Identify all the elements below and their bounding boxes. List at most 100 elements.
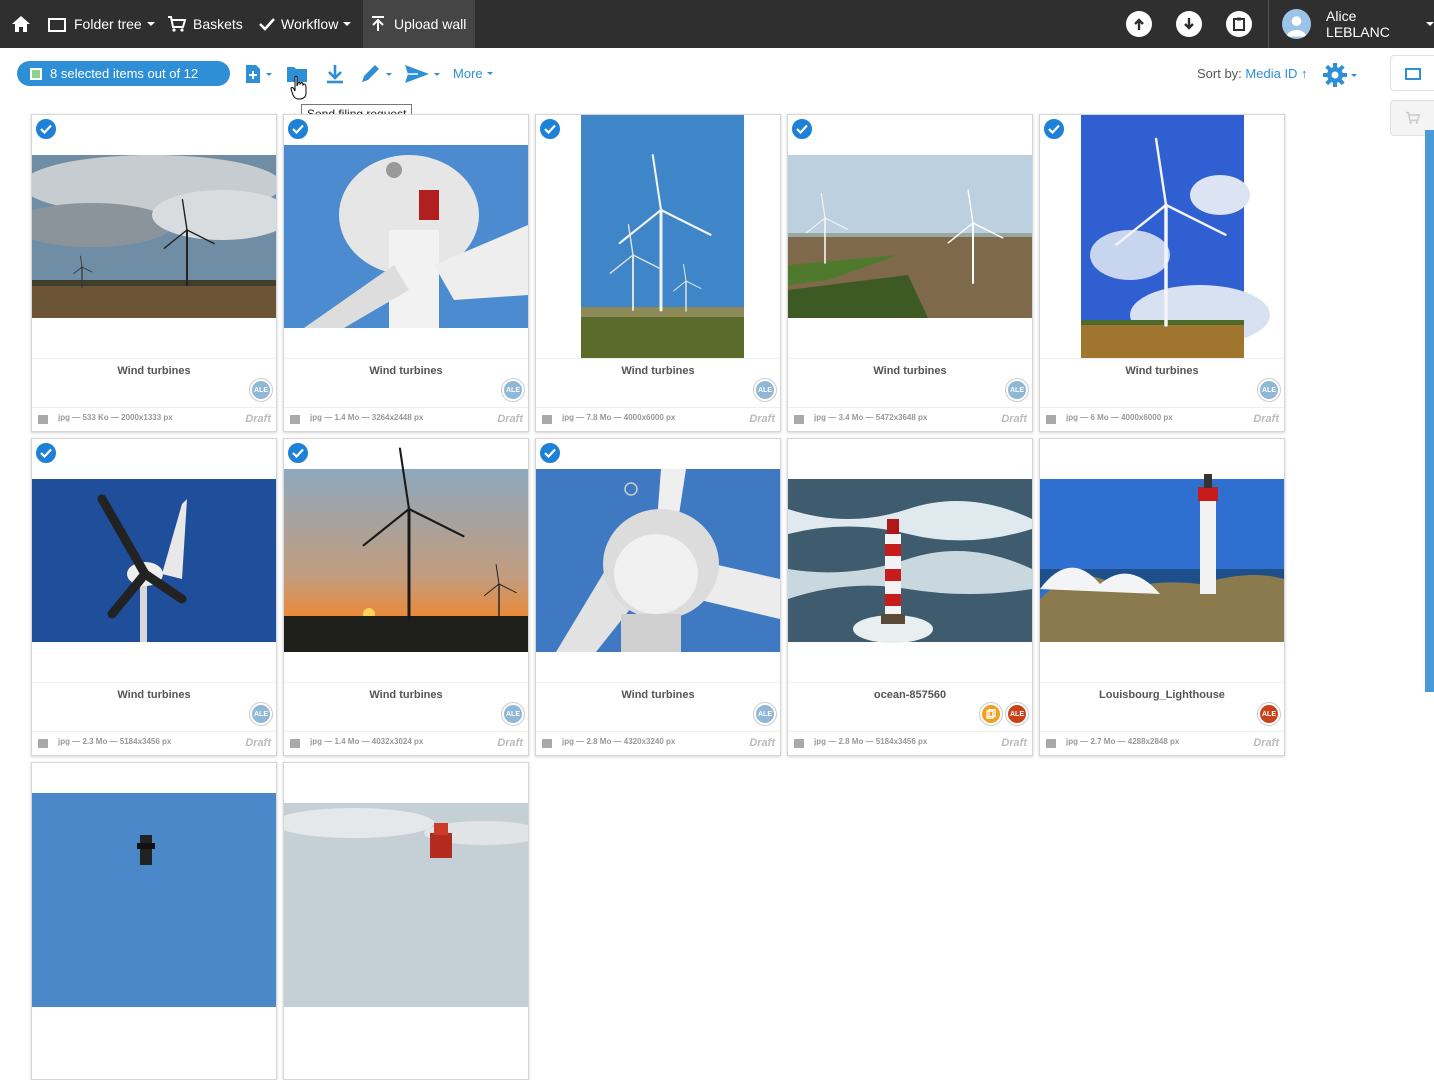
- media-file-info: jpg — 7.8 Mo — 4000x6000 px: [562, 413, 676, 422]
- clipboard-button[interactable]: [1226, 11, 1252, 37]
- media-card[interactable]: Wind turbines ALE jpg — 7.8 Mo — 4000x6000…: [535, 114, 781, 432]
- clipboard-icon: [1233, 17, 1245, 31]
- card-divider: [788, 358, 1032, 359]
- workflow-menu[interactable]: Workflow: [259, 0, 352, 48]
- owner-avatar[interactable]: ALE: [502, 379, 524, 401]
- status-badge: Draft: [497, 737, 523, 749]
- status-badge: Draft: [749, 413, 775, 425]
- folder-tree-menu[interactable]: Folder tree: [48, 0, 155, 48]
- nav-divider: [1268, 0, 1269, 48]
- selected-check-icon[interactable]: [538, 441, 562, 465]
- sort-by-control[interactable]: Sort by: Media ID ↑: [1197, 66, 1308, 81]
- selection-badge[interactable]: 8 selected items out of 12: [17, 61, 230, 86]
- upload-wall-label: Upload wall: [394, 16, 467, 32]
- card-divider: [1040, 407, 1284, 408]
- upload-icon: [372, 16, 384, 31]
- edit-button[interactable]: [360, 62, 392, 86]
- media-thumbnail[interactable]: [536, 439, 780, 683]
- media-card[interactable]: Wind turbines ALE jpg — 2.3 Mo — 5184x3456…: [31, 438, 277, 756]
- baskets-link[interactable]: Baskets: [167, 0, 243, 48]
- media-card[interactable]: Wind turbines ALE jpg — 1.4 Mo — 4032x3024…: [283, 438, 529, 756]
- media-card[interactable]: Wind turbines ALE jpg — 2.8 Mo — 4320x3240…: [535, 438, 781, 756]
- card-divider: [1040, 682, 1284, 683]
- upload-button[interactable]: [1126, 11, 1152, 37]
- media-file-info: jpg — 2.3 Mo — 5184x3456 px: [58, 737, 172, 746]
- send-button[interactable]: [404, 62, 440, 86]
- selected-check-icon[interactable]: [286, 441, 310, 465]
- image-file-icon: [290, 739, 300, 748]
- status-badge: Draft: [497, 413, 523, 425]
- media-card[interactable]: Wind turbines ALE jpg — 533 Ko — 2000x1333…: [31, 114, 277, 432]
- media-thumbnail[interactable]: [788, 439, 1032, 683]
- pencil-icon: [362, 65, 379, 82]
- user-menu[interactable]: Alice LEBLANC: [1282, 0, 1434, 48]
- owner-avatar[interactable]: ALE: [1258, 703, 1280, 725]
- media-thumbnail[interactable]: [536, 115, 780, 359]
- media-card[interactable]: Wind turbines ALE jpg — 6 Mo — 4000x6000 p…: [1039, 114, 1285, 432]
- status-badge: Draft: [1001, 413, 1027, 425]
- media-file-info: jpg — 2.8 Mo — 5184x3456 px: [814, 737, 928, 746]
- selected-check-icon[interactable]: [34, 117, 58, 141]
- download-button[interactable]: [1176, 11, 1202, 37]
- media-card[interactable]: [31, 762, 277, 1080]
- selected-check-icon[interactable]: [34, 441, 58, 465]
- image-file-icon: [38, 415, 48, 424]
- media-thumbnail[interactable]: [284, 763, 528, 1007]
- card-divider: [536, 682, 780, 683]
- selected-check-icon[interactable]: [790, 117, 814, 141]
- upload-wall-tab[interactable]: Upload wall: [363, 0, 475, 48]
- home-icon: [12, 16, 30, 32]
- media-thumbnail[interactable]: [32, 763, 276, 1007]
- side-folder-panel-tab[interactable]: [1390, 55, 1434, 91]
- media-card[interactable]: Wind turbines ALE jpg — 1.4 Mo — 3264x2448…: [283, 114, 529, 432]
- folder-icon: [48, 17, 66, 32]
- card-divider: [32, 358, 276, 359]
- owner-avatar[interactable]: ALE: [250, 703, 272, 725]
- media-title: Wind turbines: [117, 365, 191, 377]
- download-selection-button[interactable]: [326, 62, 344, 86]
- owner-avatar[interactable]: ALE: [754, 379, 776, 401]
- owner-avatar[interactable]: ALE: [754, 703, 776, 725]
- settings-menu[interactable]: [1323, 63, 1357, 87]
- status-badge: Draft: [1253, 413, 1279, 425]
- media-thumbnail[interactable]: [1040, 115, 1284, 359]
- add-file-button[interactable]: [244, 62, 272, 86]
- top-navigation-bar: Folder tree Baskets Workflow Upload wall…: [0, 0, 1434, 48]
- owner-avatar[interactable]: ALE: [1258, 379, 1280, 401]
- media-thumbnail[interactable]: [284, 115, 528, 359]
- image-file-icon: [290, 415, 300, 424]
- status-badge: Draft: [245, 737, 271, 749]
- more-label: More: [453, 66, 483, 81]
- owner-avatar[interactable]: ALE: [1006, 379, 1028, 401]
- media-thumbnail[interactable]: [32, 439, 276, 683]
- media-thumbnail[interactable]: [284, 439, 528, 683]
- status-badge: Draft: [1001, 737, 1027, 749]
- media-card[interactable]: Wind turbines ALE jpg — 3.4 Mo — 5472x3648…: [787, 114, 1033, 432]
- owner-avatar[interactable]: ALE: [250, 379, 272, 401]
- selection-count-label: 8 selected items out of 12: [50, 66, 199, 81]
- copy-icon[interactable]: [980, 703, 1002, 725]
- media-thumbnail[interactable]: [32, 115, 276, 359]
- media-title: Wind turbines: [369, 689, 443, 701]
- scrollbar[interactable]: [1425, 130, 1434, 692]
- baskets-label: Baskets: [193, 16, 243, 32]
- media-card[interactable]: ocean-857560 ALE jpg — 2.8 Mo — 5184x3456 …: [787, 438, 1033, 756]
- owner-avatar[interactable]: ALE: [1006, 703, 1028, 725]
- media-file-info: jpg — 2.7 Mo — 4288x2848 px: [1066, 737, 1180, 746]
- selected-check-icon[interactable]: [1042, 117, 1066, 141]
- media-thumbnail[interactable]: [1040, 439, 1284, 683]
- workflow-label: Workflow: [281, 16, 339, 32]
- image-file-icon: [542, 739, 552, 748]
- status-badge: Draft: [1253, 737, 1279, 749]
- home-link[interactable]: [11, 0, 31, 48]
- media-title: Wind turbines: [369, 365, 443, 377]
- media-card[interactable]: Louisbourg_Lighthouse ALE jpg — 2.7 Mo — 4…: [1039, 438, 1285, 756]
- media-card[interactable]: [283, 762, 529, 1080]
- media-thumbnail[interactable]: [788, 115, 1032, 359]
- media-file-info: jpg — 533 Ko — 2000x1333 px: [58, 413, 173, 422]
- selected-check-icon[interactable]: [538, 117, 562, 141]
- check-icon: [259, 18, 275, 31]
- more-menu[interactable]: More: [453, 66, 493, 81]
- selected-check-icon[interactable]: [286, 117, 310, 141]
- owner-avatar[interactable]: ALE: [502, 703, 524, 725]
